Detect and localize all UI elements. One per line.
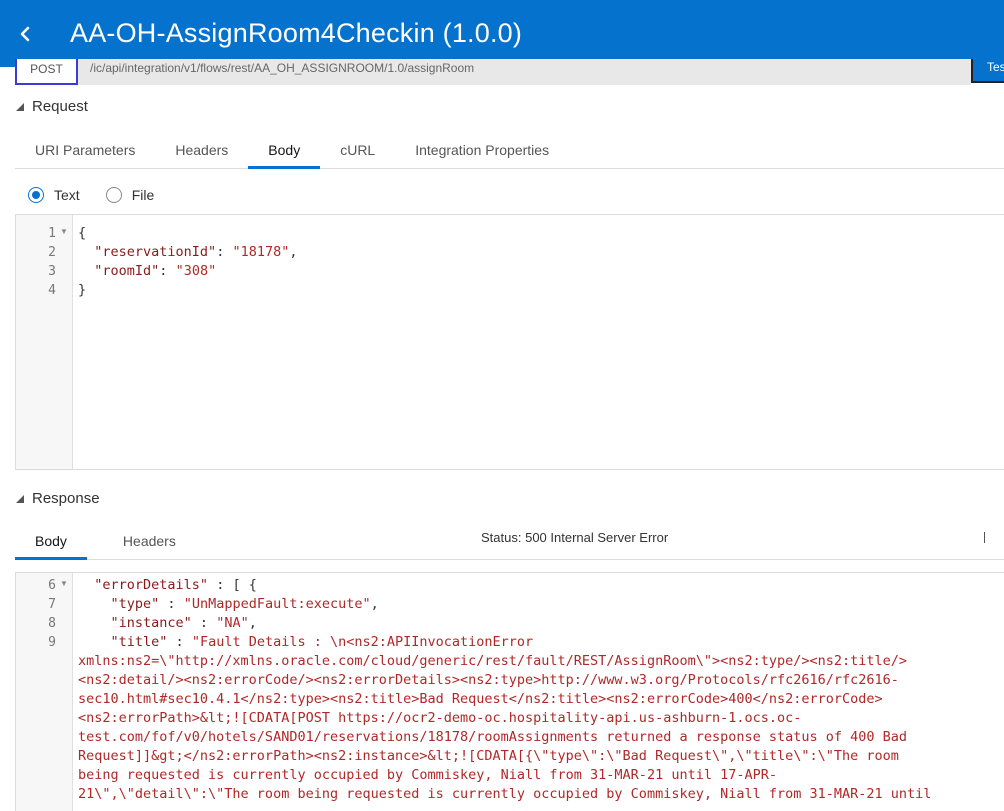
endpoint-row: POST /ic/api/integration/v1/flows/rest/A… bbox=[0, 59, 1004, 85]
app-header: AA-OH-AssignRoom4Checkin (1.0.0) bbox=[0, 0, 1004, 67]
page-title: AA-OH-AssignRoom4Checkin (1.0.0) bbox=[70, 18, 523, 48]
endpoint-url: /ic/api/integration/v1/flows/rest/AA_OH_… bbox=[78, 59, 971, 85]
code-wrap-line: <ns2:errorPath>&lt;![CDATA[POST https://… bbox=[78, 710, 802, 726]
line-number: 2 bbox=[48, 245, 56, 260]
test-button[interactable]: Test bbox=[971, 59, 1004, 83]
response-section-toggle[interactable]: Response bbox=[16, 490, 100, 507]
back-button[interactable] bbox=[0, 0, 50, 67]
response-body-viewer[interactable]: 6 ▼ 7 8 9 "errorDetails" : [ { "type" : … bbox=[15, 572, 1004, 811]
file-radio[interactable] bbox=[105, 187, 122, 203]
fold-arrow-icon[interactable]: ▼ bbox=[60, 579, 68, 588]
line-number: 9 bbox=[48, 635, 56, 650]
collapse-triangle-icon bbox=[16, 494, 24, 503]
code-line: "type" : "UnMappedFault:execute", bbox=[110, 596, 379, 612]
fold-arrow-icon[interactable]: ▼ bbox=[60, 227, 68, 236]
code-wrap-line: 21\",\"detail\":\"The room being request… bbox=[78, 786, 932, 802]
code-line: { bbox=[78, 225, 87, 241]
tab-curl[interactable]: cURL bbox=[320, 131, 395, 169]
code-wrap-line: xmlns:ns2=\"http://xmlns.oracle.com/clou… bbox=[78, 653, 908, 669]
response-status: Status: 500 Internal Server Error bbox=[481, 530, 668, 545]
status-value: 500 Internal Server Error bbox=[525, 530, 669, 545]
code-line: "roomId": "308" bbox=[94, 263, 217, 279]
tab-response-headers[interactable]: Headers bbox=[87, 522, 196, 560]
text-cursor bbox=[984, 532, 985, 543]
body-type-selector: Text File bbox=[28, 187, 180, 203]
chevron-left-icon bbox=[20, 26, 30, 41]
status-label: Status: bbox=[481, 530, 522, 545]
http-method-select[interactable]: POST bbox=[15, 59, 78, 85]
file-radio-label: File bbox=[131, 187, 155, 203]
tab-headers[interactable]: Headers bbox=[155, 131, 248, 169]
code-line: } bbox=[78, 282, 87, 298]
text-radio[interactable] bbox=[28, 187, 44, 203]
line-number: 4 bbox=[48, 283, 56, 298]
code-line: "title" : "Fault Details : \n<ns2:APIInv… bbox=[110, 634, 534, 650]
request-section-toggle[interactable]: Request bbox=[16, 98, 88, 115]
request-body-editor[interactable]: 1 ▼ 2 3 4 { "reservationId": "18178", "r… bbox=[15, 214, 1004, 470]
line-number: 7 bbox=[48, 597, 56, 612]
code-line: "reservationId": "18178", bbox=[94, 244, 298, 260]
line-number: 3 bbox=[48, 264, 56, 279]
collapse-triangle-icon bbox=[16, 102, 24, 111]
code-wrap-line: test.com/fof/v0/hotels/SAND01/reservatio… bbox=[78, 729, 908, 745]
code-wrap-line: being requested is currently occupied by… bbox=[78, 767, 777, 783]
code-wrap-line: Request]]&gt;</ns2:errorPath><ns2:instan… bbox=[78, 748, 899, 764]
code-line: "errorDetails" : [ { bbox=[94, 577, 257, 593]
tab-response-body[interactable]: Body bbox=[15, 522, 87, 560]
response-heading: Response bbox=[32, 490, 100, 507]
tab-body[interactable]: Body bbox=[248, 131, 321, 169]
code-wrap-line: sec10.html#sec10.4.1</ns2:type><ns2:titl… bbox=[78, 691, 883, 707]
line-number-gutter: 6 ▼ 7 8 9 bbox=[16, 573, 73, 811]
line-number: 1 bbox=[48, 226, 56, 241]
text-radio-label: Text bbox=[54, 187, 80, 203]
code-line: "instance" : "NA", bbox=[110, 615, 257, 631]
tab-integration-properties[interactable]: Integration Properties bbox=[395, 131, 569, 169]
line-number-gutter: 1 ▼ 2 3 4 bbox=[16, 215, 73, 469]
request-tabs: URI Parameters Headers Body cURL Integra… bbox=[15, 131, 1004, 169]
line-number: 8 bbox=[48, 616, 56, 631]
code-wrap-line: <ns2:detail/><ns2:errorCode/><ns2:errorD… bbox=[78, 672, 899, 688]
tab-uri-parameters[interactable]: URI Parameters bbox=[15, 131, 155, 169]
line-number: 6 bbox=[48, 578, 56, 593]
request-heading: Request bbox=[32, 98, 88, 115]
